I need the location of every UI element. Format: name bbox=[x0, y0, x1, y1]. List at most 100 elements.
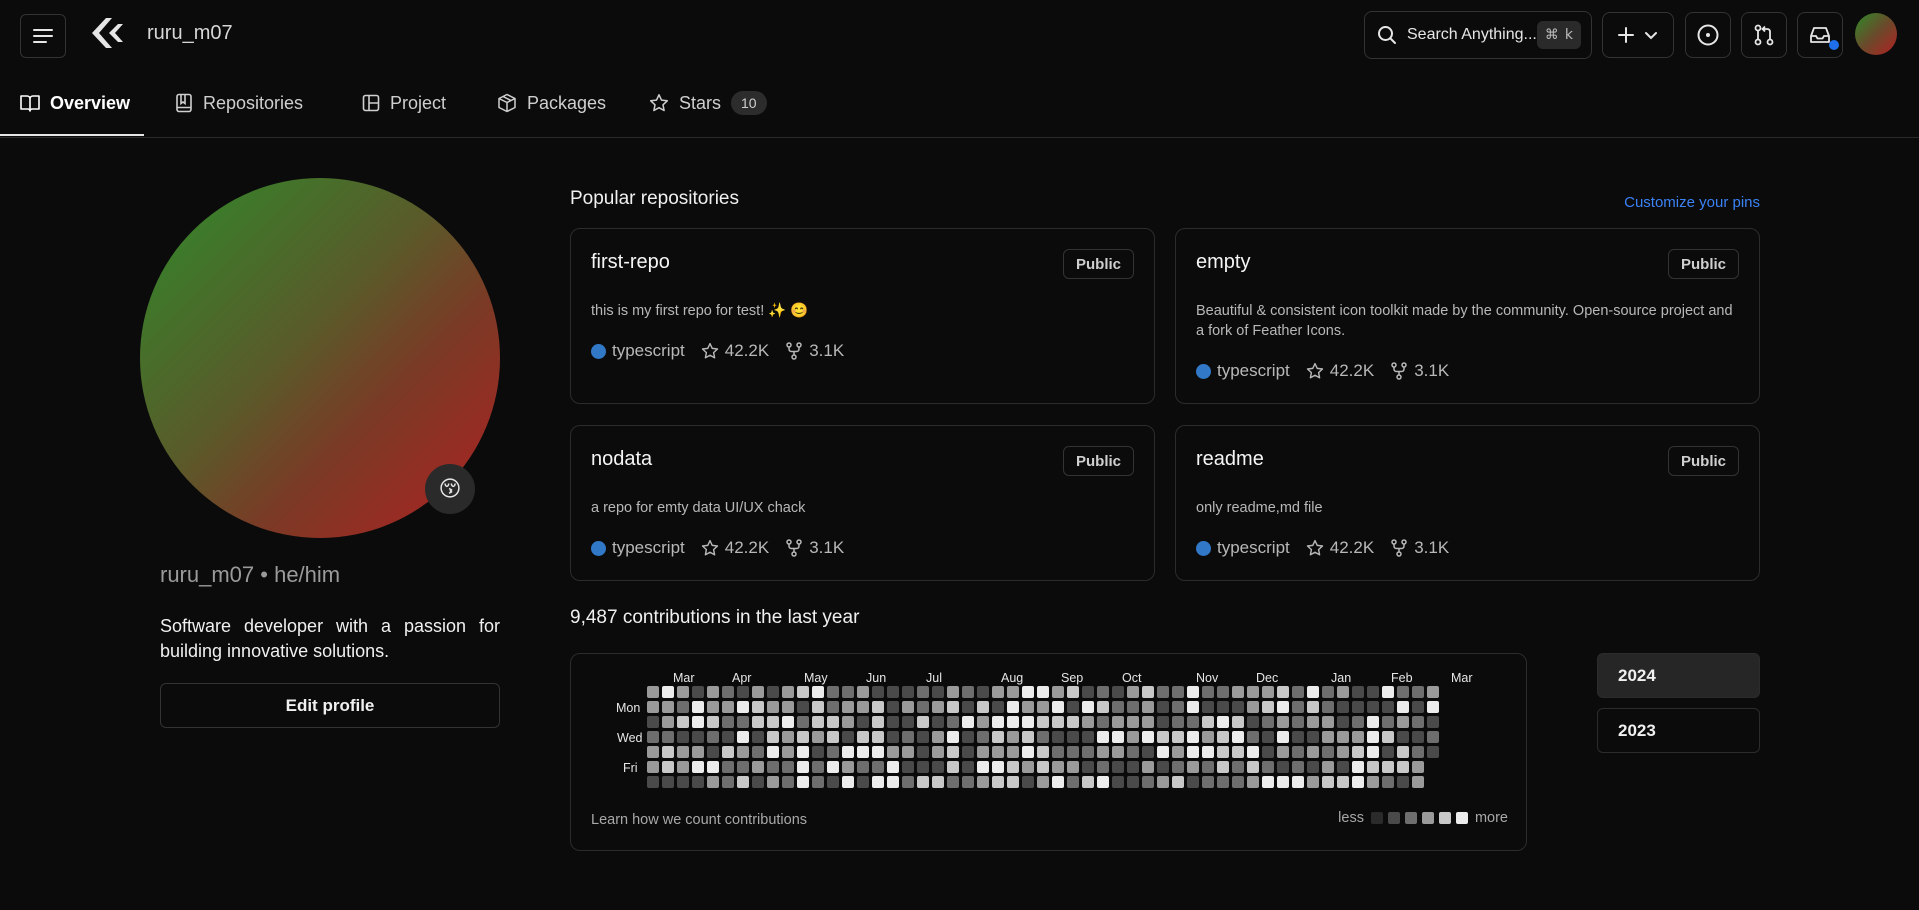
contribution-day[interactable] bbox=[737, 746, 749, 758]
contribution-day[interactable] bbox=[1142, 731, 1154, 743]
contribution-day[interactable] bbox=[1022, 731, 1034, 743]
contribution-day[interactable] bbox=[1097, 761, 1109, 773]
contribution-day[interactable] bbox=[1142, 716, 1154, 728]
contribution-day[interactable] bbox=[1202, 716, 1214, 728]
contribution-day[interactable] bbox=[1337, 731, 1349, 743]
contribution-day[interactable] bbox=[1322, 701, 1334, 713]
contribution-day[interactable] bbox=[1412, 716, 1424, 728]
contribution-day[interactable] bbox=[1277, 731, 1289, 743]
contribution-day[interactable] bbox=[722, 701, 734, 713]
contribution-day[interactable] bbox=[1187, 761, 1199, 773]
contribution-day[interactable] bbox=[827, 761, 839, 773]
contribution-day[interactable] bbox=[1367, 776, 1379, 788]
contribution-day[interactable] bbox=[1277, 776, 1289, 788]
contribution-day[interactable] bbox=[1097, 686, 1109, 698]
contribution-day[interactable] bbox=[1337, 716, 1349, 728]
contribution-day[interactable] bbox=[797, 701, 809, 713]
contribution-day[interactable] bbox=[1082, 686, 1094, 698]
contribution-day[interactable] bbox=[977, 716, 989, 728]
contribution-day[interactable] bbox=[1067, 761, 1079, 773]
contribution-day[interactable] bbox=[1337, 701, 1349, 713]
contribution-day[interactable] bbox=[992, 746, 1004, 758]
contribution-day[interactable] bbox=[782, 731, 794, 743]
contribution-day[interactable] bbox=[1217, 776, 1229, 788]
contribution-day[interactable] bbox=[1247, 731, 1259, 743]
contribution-day[interactable] bbox=[1367, 731, 1379, 743]
contribution-day[interactable] bbox=[1112, 716, 1124, 728]
menu-button[interactable] bbox=[20, 14, 66, 58]
contribution-day[interactable] bbox=[977, 776, 989, 788]
contribution-day[interactable] bbox=[1157, 716, 1169, 728]
contribution-day[interactable] bbox=[1352, 746, 1364, 758]
contribution-day[interactable] bbox=[947, 761, 959, 773]
contribution-day[interactable] bbox=[737, 731, 749, 743]
contribution-day[interactable] bbox=[662, 761, 674, 773]
contribution-day[interactable] bbox=[887, 761, 899, 773]
tab-packages[interactable]: Packages bbox=[497, 68, 606, 138]
contribution-day[interactable] bbox=[797, 686, 809, 698]
contribution-day[interactable] bbox=[902, 731, 914, 743]
contribution-day[interactable] bbox=[1352, 731, 1364, 743]
contribution-day[interactable] bbox=[1112, 701, 1124, 713]
contribution-day[interactable] bbox=[902, 761, 914, 773]
contribution-day[interactable] bbox=[1142, 761, 1154, 773]
contribution-day[interactable] bbox=[1172, 701, 1184, 713]
contribution-day[interactable] bbox=[677, 716, 689, 728]
contribution-day[interactable] bbox=[1262, 731, 1274, 743]
contribution-day[interactable] bbox=[857, 761, 869, 773]
contribution-day[interactable] bbox=[857, 686, 869, 698]
contribution-day[interactable] bbox=[1127, 761, 1139, 773]
contribution-day[interactable] bbox=[1427, 716, 1439, 728]
contribution-day[interactable] bbox=[1007, 686, 1019, 698]
contribution-day[interactable] bbox=[677, 746, 689, 758]
contribution-day[interactable] bbox=[1142, 776, 1154, 788]
contribution-day[interactable] bbox=[1382, 731, 1394, 743]
contribution-day[interactable] bbox=[1097, 776, 1109, 788]
contribution-day[interactable] bbox=[902, 686, 914, 698]
contribution-day[interactable] bbox=[707, 731, 719, 743]
contribution-day[interactable] bbox=[1307, 746, 1319, 758]
contribution-day[interactable] bbox=[917, 746, 929, 758]
contribution-day[interactable] bbox=[767, 746, 779, 758]
contribution-day[interactable] bbox=[932, 776, 944, 788]
contribution-day[interactable] bbox=[1007, 746, 1019, 758]
contribution-day[interactable] bbox=[1292, 701, 1304, 713]
contribution-day[interactable] bbox=[1292, 776, 1304, 788]
contribution-day[interactable] bbox=[1127, 731, 1139, 743]
contribution-day[interactable] bbox=[1412, 701, 1424, 713]
contribution-day[interactable] bbox=[902, 776, 914, 788]
contribution-day[interactable] bbox=[857, 716, 869, 728]
contribution-day[interactable] bbox=[1367, 716, 1379, 728]
contribution-day[interactable] bbox=[677, 776, 689, 788]
contribution-day[interactable] bbox=[1352, 701, 1364, 713]
contribution-day[interactable] bbox=[1082, 746, 1094, 758]
contribution-day[interactable] bbox=[1232, 701, 1244, 713]
contribution-day[interactable] bbox=[1157, 746, 1169, 758]
contribution-day[interactable] bbox=[1082, 761, 1094, 773]
contribution-day[interactable] bbox=[797, 746, 809, 758]
contribution-day[interactable] bbox=[1382, 761, 1394, 773]
contribution-day[interactable] bbox=[1052, 716, 1064, 728]
contribution-day[interactable] bbox=[1007, 716, 1019, 728]
contribution-day[interactable] bbox=[737, 716, 749, 728]
contribution-day[interactable] bbox=[872, 761, 884, 773]
contribution-day[interactable] bbox=[1127, 776, 1139, 788]
contribution-day[interactable] bbox=[977, 701, 989, 713]
contribution-day[interactable] bbox=[842, 776, 854, 788]
contribution-day[interactable] bbox=[1052, 731, 1064, 743]
contribution-day[interactable] bbox=[797, 776, 809, 788]
contribution-day[interactable] bbox=[1322, 776, 1334, 788]
contribution-day[interactable] bbox=[662, 746, 674, 758]
contribution-day[interactable] bbox=[1337, 776, 1349, 788]
contribution-day[interactable] bbox=[872, 746, 884, 758]
repo-stars[interactable]: 42.2K bbox=[701, 341, 769, 361]
contribution-day[interactable] bbox=[932, 761, 944, 773]
contribution-day[interactable] bbox=[1232, 746, 1244, 758]
contribution-day[interactable] bbox=[647, 716, 659, 728]
contribution-day[interactable] bbox=[917, 716, 929, 728]
contribution-day[interactable] bbox=[707, 776, 719, 788]
contribution-day[interactable] bbox=[1172, 686, 1184, 698]
contribution-day[interactable] bbox=[1427, 746, 1439, 758]
contribution-day[interactable] bbox=[1322, 761, 1334, 773]
contribution-day[interactable] bbox=[932, 701, 944, 713]
